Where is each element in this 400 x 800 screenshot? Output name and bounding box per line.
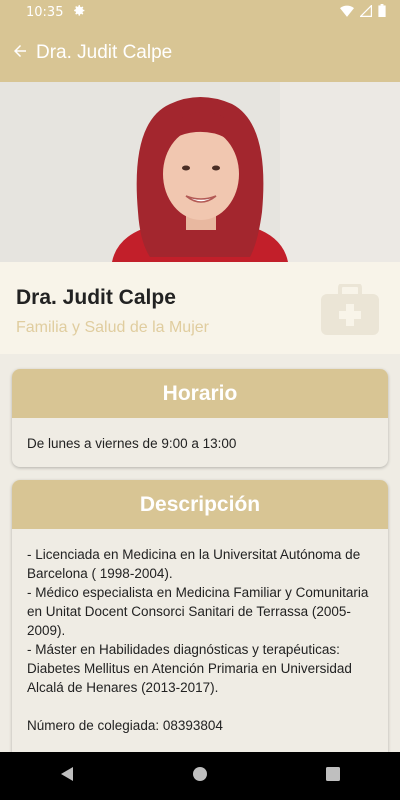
- back-button[interactable]: [0, 24, 36, 82]
- schedule-title: Horario: [12, 369, 388, 418]
- doctor-name: Dra. Judit Calpe: [16, 286, 176, 309]
- status-time: 10:35: [26, 4, 64, 20]
- gear-icon: [73, 4, 86, 20]
- signal-icon: [359, 4, 372, 20]
- status-bar: 10:35: [0, 0, 400, 24]
- navigation-bar: [0, 752, 400, 800]
- description-title: Descripción: [12, 480, 388, 529]
- app-bar: Dra. Judit Calpe: [0, 24, 400, 82]
- nav-home-button[interactable]: [192, 766, 208, 787]
- description-text: - Licenciada en Medicina en la Universit…: [27, 547, 369, 733]
- description-card: Descripción - Licenciada en Medicina en …: [12, 480, 388, 780]
- nav-recents-button[interactable]: [325, 766, 341, 787]
- schedule-text: De lunes a viernes de 9:00 a 13:00: [27, 436, 237, 451]
- nav-back-button[interactable]: [59, 766, 75, 787]
- medical-kit-icon: [320, 283, 380, 341]
- doctor-specialty: Familia y Salud de la Mujer: [16, 319, 209, 336]
- wifi-icon: [340, 4, 354, 20]
- schedule-card: Horario De lunes a viernes de 9:00 a 13:…: [12, 369, 388, 467]
- doctor-photo: [0, 82, 400, 262]
- battery-icon: [378, 4, 386, 20]
- arrow-left-icon: [11, 42, 29, 65]
- page-title: Dra. Judit Calpe: [36, 42, 173, 63]
- doctor-header: Dra. Judit Calpe Familia y Salud de la M…: [0, 262, 400, 354]
